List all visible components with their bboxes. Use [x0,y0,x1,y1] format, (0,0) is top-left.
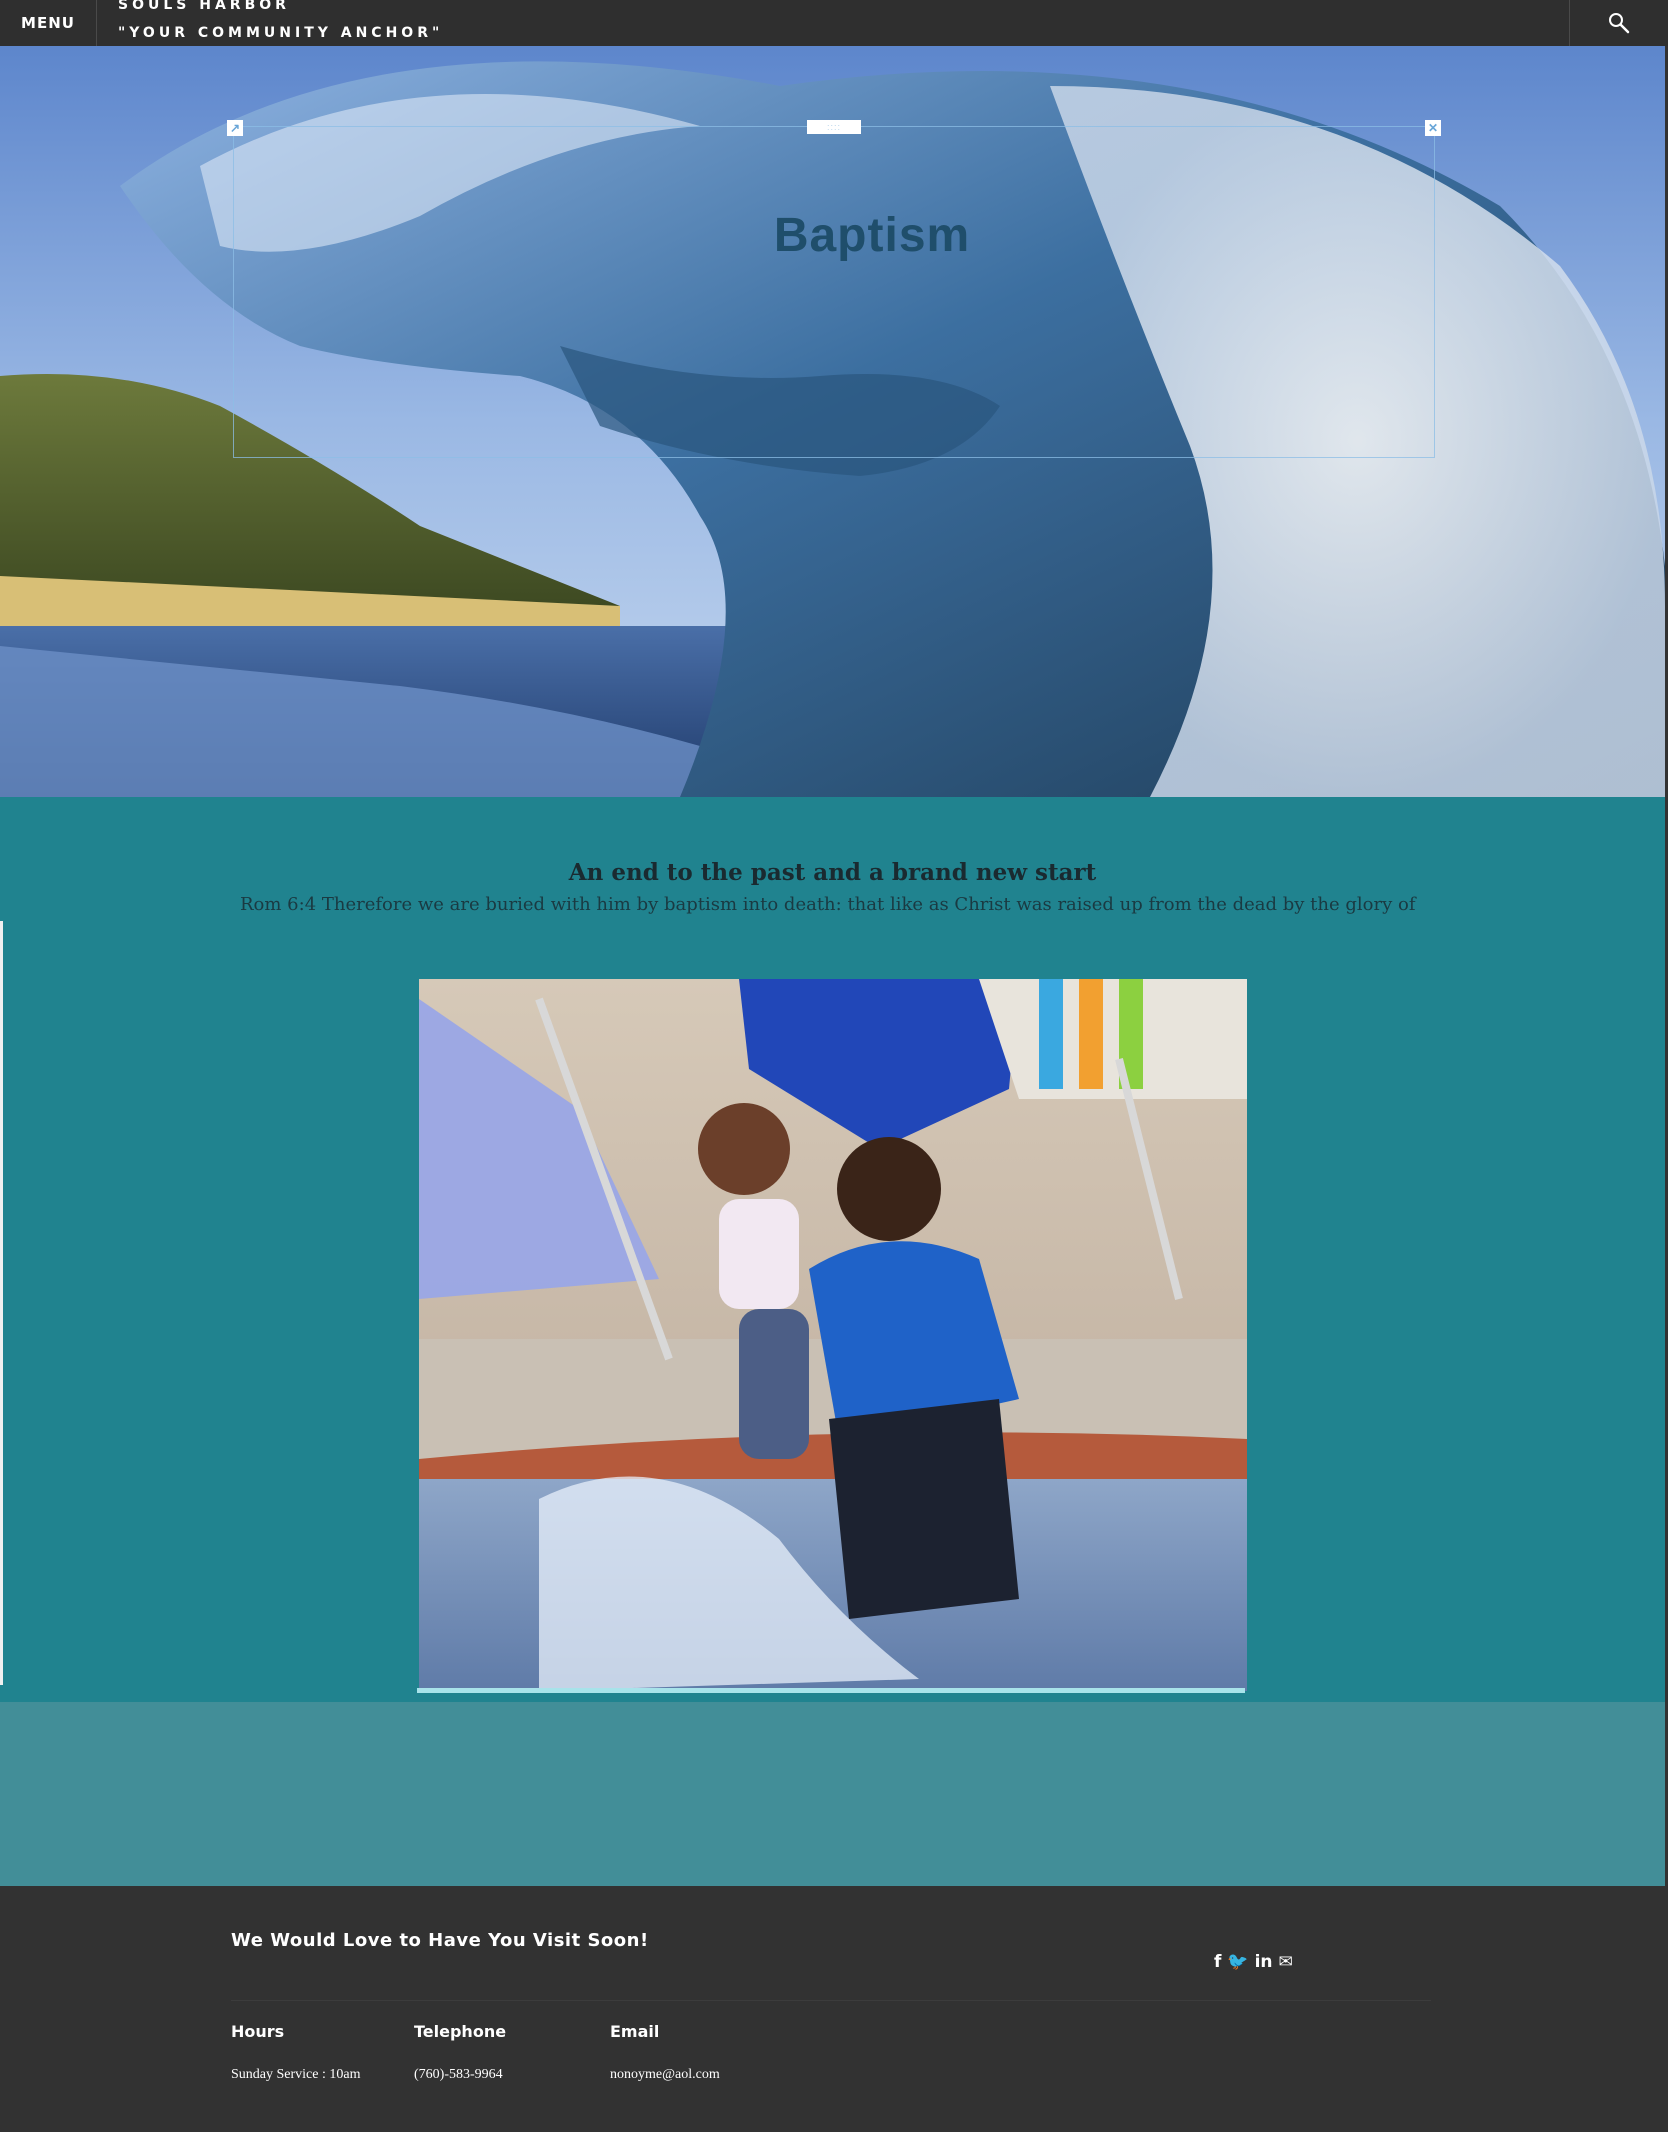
photo-underline [417,1688,1245,1693]
expand-corner-icon[interactable]: ↗ [227,120,243,136]
email-icon[interactable]: ✉ [1279,1952,1293,1972]
twitter-icon[interactable]: 🐦 [1227,1952,1248,1972]
site-tagline[interactable]: "YOUR COMMUNITY ANCHOR" [118,26,443,40]
facebook-icon[interactable]: f [1214,1952,1221,1972]
telephone-value[interactable]: (760)-583-9964 [414,2067,506,2083]
email-column: Email nonoyme@aol.com [610,2022,720,2083]
content-section: An end to the past and a brand new start… [0,797,1665,1702]
email-value[interactable]: nonoyme@aol.com [610,2067,720,2083]
bible-verse: Rom 6:4 Therefore we are buried with him… [240,894,1416,915]
hours-value: Sunday Service : 10am [231,2067,361,2082]
search-button[interactable] [1569,0,1668,46]
hours-heading: Hours [231,2022,285,2041]
drag-handle[interactable]: :::: [807,120,861,134]
left-edge-line [0,921,3,1685]
close-corner-icon[interactable]: ✕ [1425,120,1441,136]
title-edit-box[interactable]: :::: ↗ ✕ [227,120,1441,458]
top-navigation-bar: MENU SOULS HARBOR "YOUR COMMUNITY ANCHOR… [0,0,1668,46]
search-icon [1609,13,1630,34]
site-footer: We Would Love to Have You Visit Soon! f … [0,1886,1668,2132]
page-title: Baptism [773,209,971,262]
linkedin-icon[interactable]: in [1255,1952,1273,1972]
spacer-band [0,1702,1665,1886]
menu-button[interactable]: MENU [0,0,97,46]
email-heading: Email [610,2022,660,2041]
telephone-column: Telephone (760)-583-9964 [414,2022,506,2083]
section-heading: An end to the past and a brand new start [568,859,1097,886]
social-links: f 🐦 in ✉ [1214,1952,1293,1972]
telephone-heading: Telephone [414,2022,507,2041]
footer-divider [231,2000,1431,2001]
children-splashing-photo [419,979,1247,1691]
hours-column: Hours Sunday Service : 10am [231,2022,360,2083]
footer-invite-text: We Would Love to Have You Visit Soon! [231,1930,649,1951]
site-name[interactable]: SOULS HARBOR [118,0,290,12]
hero-banner: :::: ↗ ✕ Baptism [0,46,1665,797]
